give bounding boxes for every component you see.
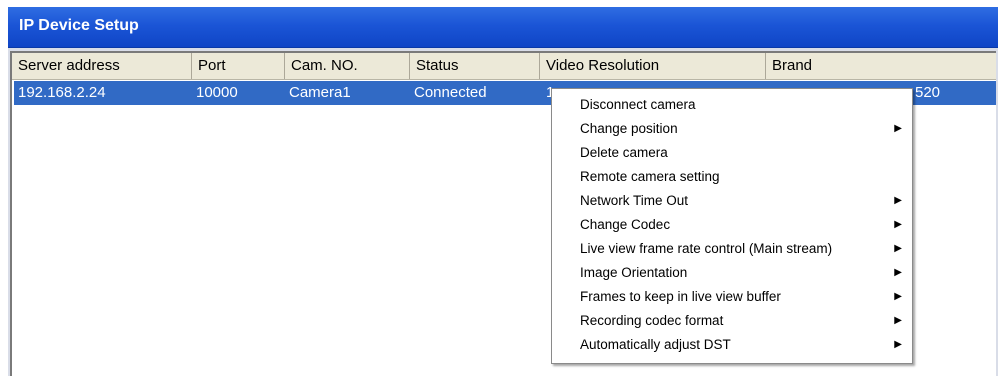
column-header-status[interactable]: Status <box>410 53 540 79</box>
menu-item-automatically-adjust-dst[interactable]: Automatically adjust DST ▶ <box>552 333 912 357</box>
menu-item-disconnect-camera[interactable]: Disconnect camera <box>552 93 912 117</box>
cell-status: Connected <box>414 84 487 101</box>
cell-server-address: 192.168.2.24 <box>18 84 106 101</box>
window-title: IP Device Setup <box>19 17 139 34</box>
submenu-arrow-icon: ▶ <box>894 315 902 326</box>
window-titlebar[interactable]: IP Device Setup <box>8 7 998 48</box>
submenu-arrow-icon: ▶ <box>894 243 902 254</box>
menu-item-recording-codec-format[interactable]: Recording codec format ▶ <box>552 309 912 333</box>
column-header-brand[interactable]: Brand <box>766 53 996 79</box>
menu-item-label: Network Time Out <box>580 193 689 208</box>
cell-cam-no: Camera1 <box>289 84 351 101</box>
menu-item-delete-camera[interactable]: Delete camera <box>552 141 912 165</box>
column-header-server-address[interactable]: Server address <box>12 53 192 79</box>
menu-item-label: Delete camera <box>580 145 668 160</box>
column-header-video-resolution[interactable]: Video Resolution <box>540 53 766 79</box>
camera-context-menu: Disconnect camera Change position ▶ Dele… <box>551 88 913 364</box>
submenu-arrow-icon: ▶ <box>894 291 902 302</box>
menu-item-network-time-out[interactable]: Network Time Out ▶ <box>552 189 912 213</box>
menu-item-label: Remote camera setting <box>580 169 720 184</box>
menu-item-label: Automatically adjust DST <box>580 337 731 352</box>
submenu-arrow-icon: ▶ <box>894 123 902 134</box>
menu-item-label: Frames to keep in live view buffer <box>580 289 781 304</box>
menu-item-label: Change Codec <box>580 217 671 232</box>
cell-brand: 520 <box>915 84 941 101</box>
menu-item-remote-camera-setting[interactable]: Remote camera setting <box>552 165 912 189</box>
menu-item-label: Live view frame rate control (Main strea… <box>580 241 833 256</box>
menu-item-change-position[interactable]: Change position ▶ <box>552 117 912 141</box>
submenu-arrow-icon: ▶ <box>894 195 902 206</box>
menu-item-image-orientation[interactable]: Image Orientation ▶ <box>552 261 912 285</box>
menu-item-label: Recording codec format <box>580 313 724 328</box>
menu-item-label: Disconnect camera <box>580 97 696 112</box>
submenu-arrow-icon: ▶ <box>894 339 902 350</box>
table-header: Server address Port Cam. NO. Status Vide… <box>12 53 996 80</box>
column-header-cam-no[interactable]: Cam. NO. <box>285 53 410 79</box>
menu-item-label: Image Orientation <box>580 265 688 280</box>
menu-item-live-view-frame-rate-control[interactable]: Live view frame rate control (Main strea… <box>552 237 912 261</box>
menu-item-change-codec[interactable]: Change Codec ▶ <box>552 213 912 237</box>
submenu-arrow-icon: ▶ <box>894 267 902 278</box>
column-header-port[interactable]: Port <box>192 53 285 79</box>
submenu-arrow-icon: ▶ <box>894 219 902 230</box>
cell-port: 10000 <box>196 84 238 101</box>
menu-item-frames-to-keep-in-buffer[interactable]: Frames to keep in live view buffer ▶ <box>552 285 912 309</box>
menu-item-label: Change position <box>580 121 678 136</box>
